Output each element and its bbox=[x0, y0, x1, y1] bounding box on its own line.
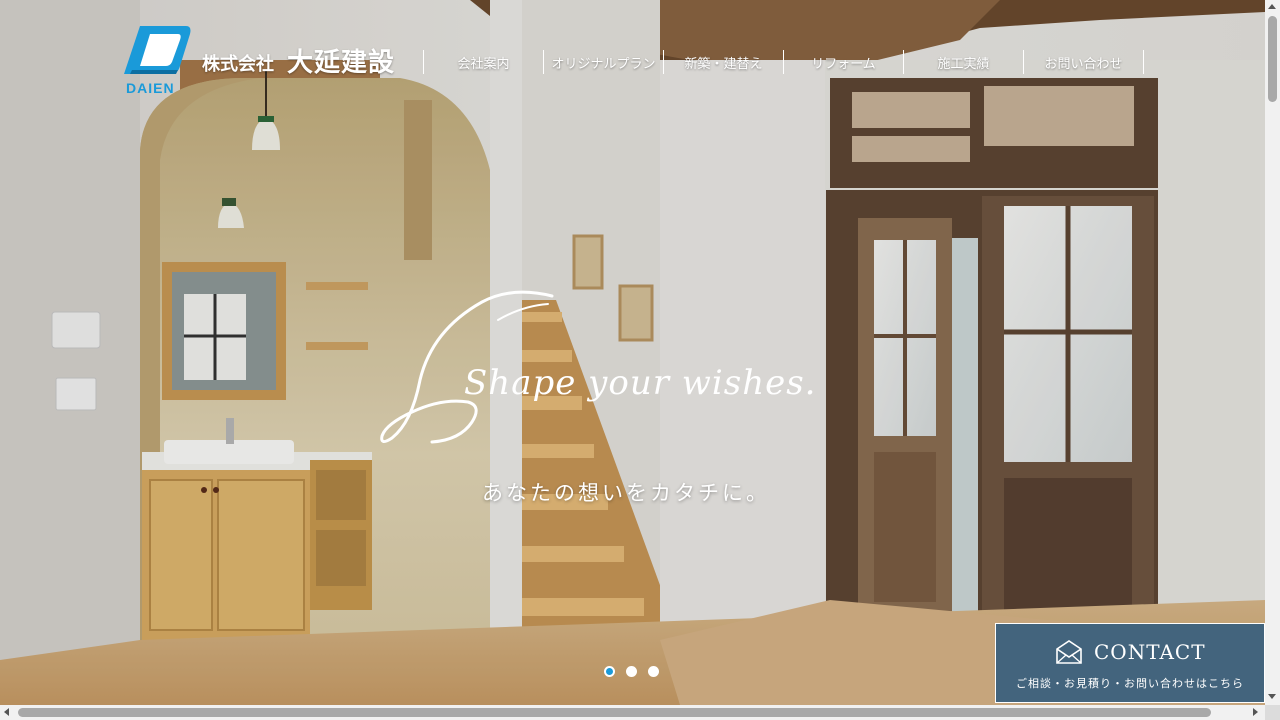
slider-pagination bbox=[604, 666, 659, 677]
nav-item-original-plan[interactable]: オリジナルプラン bbox=[544, 50, 664, 74]
logo-company-name: 大延建設 bbox=[287, 48, 396, 78]
envelope-icon bbox=[1056, 640, 1082, 664]
slider-dot-2[interactable] bbox=[626, 666, 637, 677]
daien-logo-icon bbox=[124, 26, 191, 74]
scroll-down-arrow-icon[interactable] bbox=[1268, 694, 1276, 699]
logo-company-prefix: 株式会社 bbox=[202, 54, 274, 75]
nav-item-company[interactable]: 会社案内 bbox=[424, 50, 544, 74]
scroll-left-arrow-icon[interactable] bbox=[4, 708, 9, 716]
hero-script-copy: Shape your wishes. bbox=[380, 290, 817, 444]
contact-title: CONTACT bbox=[1094, 640, 1206, 664]
contact-subtitle: ご相談・お見積り・お問い合わせはこちら bbox=[1016, 677, 1244, 690]
contact-button[interactable]: CONTACT ご相談・お見積り・お問い合わせはこちら bbox=[995, 623, 1265, 703]
scroll-up-arrow-icon[interactable] bbox=[1268, 4, 1276, 9]
scroll-right-arrow-icon[interactable] bbox=[1253, 708, 1258, 716]
vertical-scroll-thumb[interactable] bbox=[1268, 16, 1277, 102]
vertical-scrollbar[interactable] bbox=[1265, 0, 1280, 705]
slider-dot-1[interactable] bbox=[604, 666, 615, 677]
nav-item-reform[interactable]: リフォーム bbox=[784, 50, 904, 74]
hero-sub-copy: あなたの想いをカタチに。 bbox=[482, 481, 770, 505]
site-logo[interactable]: DAIEN 株式会社 大延建設 bbox=[122, 24, 412, 96]
global-nav: 会社案内 オリジナルプラン 新築・建替え リフォーム 施工実績 お問い合わせ bbox=[423, 50, 1144, 74]
hero-script-text: Shape your wishes. bbox=[464, 363, 817, 403]
horizontal-scroll-thumb[interactable] bbox=[18, 708, 1211, 717]
hero-slider: DAIEN 株式会社 大延建設 会社案内 オリジナルプラン 新築・建替え リフォ… bbox=[0, 0, 1265, 705]
nav-item-works[interactable]: 施工実績 bbox=[904, 50, 1024, 74]
logo-text-en: DAIEN bbox=[126, 80, 175, 96]
nav-item-contact[interactable]: お問い合わせ bbox=[1024, 50, 1144, 74]
slider-dot-3[interactable] bbox=[648, 666, 659, 677]
nav-item-new-build[interactable]: 新築・建替え bbox=[664, 50, 784, 74]
scrollbar-corner bbox=[1265, 705, 1280, 720]
horizontal-scrollbar[interactable] bbox=[0, 705, 1265, 720]
